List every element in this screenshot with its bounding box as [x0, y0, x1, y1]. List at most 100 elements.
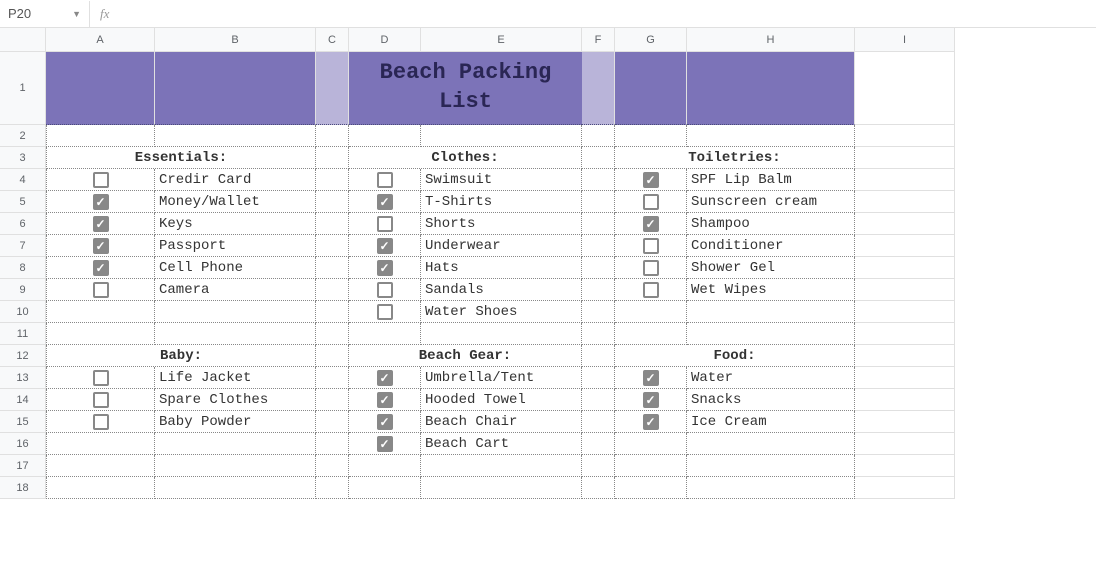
section-heading[interactable]: Toiletries:: [615, 147, 855, 169]
cell-G11[interactable]: [615, 323, 687, 345]
cell-H10[interactable]: [687, 301, 855, 323]
cell-E13[interactable]: Umbrella/Tent: [421, 367, 582, 389]
section-heading[interactable]: Essentials:: [46, 147, 316, 169]
cell-G4[interactable]: [615, 169, 687, 191]
cell-C3[interactable]: [316, 147, 349, 169]
column-header-C[interactable]: C: [316, 28, 349, 52]
cell-D2[interactable]: [349, 125, 421, 147]
cell-E11[interactable]: [421, 323, 582, 345]
checkbox[interactable]: [643, 414, 659, 430]
cell-A18[interactable]: [46, 477, 155, 499]
cell-B16[interactable]: [155, 433, 316, 455]
cell-D10[interactable]: [349, 301, 421, 323]
checkbox[interactable]: [93, 392, 109, 408]
cell-C4[interactable]: [316, 169, 349, 191]
cell-E9[interactable]: Sandals: [421, 279, 582, 301]
cell-B8[interactable]: Cell Phone: [155, 257, 316, 279]
cell-E14[interactable]: Hooded Towel: [421, 389, 582, 411]
checkbox[interactable]: [377, 370, 393, 386]
cell-D11[interactable]: [349, 323, 421, 345]
cell-D17[interactable]: [349, 455, 421, 477]
cell-C12[interactable]: [316, 345, 349, 367]
cell-B18[interactable]: [155, 477, 316, 499]
cell-C6[interactable]: [316, 213, 349, 235]
cell-F12[interactable]: [582, 345, 615, 367]
cell-A14[interactable]: [46, 389, 155, 411]
cell-A2[interactable]: [46, 125, 155, 147]
column-header-D[interactable]: D: [349, 28, 421, 52]
cell-A13[interactable]: [46, 367, 155, 389]
cell-A16[interactable]: [46, 433, 155, 455]
cell-C14[interactable]: [316, 389, 349, 411]
checkbox[interactable]: [377, 216, 393, 232]
cell-B13[interactable]: Life Jacket: [155, 367, 316, 389]
cell-G17[interactable]: [615, 455, 687, 477]
cell-H13[interactable]: Water: [687, 367, 855, 389]
row-header-13[interactable]: 13: [0, 367, 46, 389]
row-header-17[interactable]: 17: [0, 455, 46, 477]
cell-E5[interactable]: T-Shirts: [421, 191, 582, 213]
cell-G2[interactable]: [615, 125, 687, 147]
cell-E6[interactable]: Shorts: [421, 213, 582, 235]
cell-C16[interactable]: [316, 433, 349, 455]
cell-I18[interactable]: [855, 477, 955, 499]
cell-G13[interactable]: [615, 367, 687, 389]
cell-I17[interactable]: [855, 455, 955, 477]
checkbox[interactable]: [377, 172, 393, 188]
cell-I2[interactable]: [855, 125, 955, 147]
cell-A5[interactable]: [46, 191, 155, 213]
row-header-2[interactable]: 2: [0, 125, 46, 147]
column-header-B[interactable]: B: [155, 28, 316, 52]
cell-H6[interactable]: Shampoo: [687, 213, 855, 235]
cell-G6[interactable]: [615, 213, 687, 235]
column-header-I[interactable]: I: [855, 28, 955, 52]
checkbox[interactable]: [643, 172, 659, 188]
cell-D16[interactable]: [349, 433, 421, 455]
cell-A1[interactable]: [46, 52, 155, 125]
cell-I13[interactable]: [855, 367, 955, 389]
cell-B5[interactable]: Money/Wallet: [155, 191, 316, 213]
cell-H8[interactable]: Shower Gel: [687, 257, 855, 279]
spreadsheet-grid[interactable]: ABCDEFGHI1Beach Packing List23Essentials…: [0, 28, 1096, 499]
checkbox[interactable]: [643, 216, 659, 232]
cell-E15[interactable]: Beach Chair: [421, 411, 582, 433]
cell-G7[interactable]: [615, 235, 687, 257]
cell-H17[interactable]: [687, 455, 855, 477]
row-header-5[interactable]: 5: [0, 191, 46, 213]
cell-H15[interactable]: Ice Cream: [687, 411, 855, 433]
cell-I1[interactable]: [855, 52, 955, 125]
cell-H7[interactable]: Conditioner: [687, 235, 855, 257]
row-header-18[interactable]: 18: [0, 477, 46, 499]
cell-C2[interactable]: [316, 125, 349, 147]
cell-B6[interactable]: Keys: [155, 213, 316, 235]
cell-F11[interactable]: [582, 323, 615, 345]
checkbox[interactable]: [93, 282, 109, 298]
cell-G5[interactable]: [615, 191, 687, 213]
checkbox[interactable]: [377, 414, 393, 430]
cell-G14[interactable]: [615, 389, 687, 411]
cell-B15[interactable]: Baby Powder: [155, 411, 316, 433]
checkbox[interactable]: [93, 260, 109, 276]
chevron-down-icon[interactable]: ▼: [72, 9, 81, 19]
row-header-6[interactable]: 6: [0, 213, 46, 235]
cell-F3[interactable]: [582, 147, 615, 169]
checkbox[interactable]: [93, 194, 109, 210]
cell-E2[interactable]: [421, 125, 582, 147]
column-header-A[interactable]: A: [46, 28, 155, 52]
cell-H14[interactable]: Snacks: [687, 389, 855, 411]
cell-H4[interactable]: SPF Lip Balm: [687, 169, 855, 191]
title-cell[interactable]: Beach Packing List: [349, 52, 582, 125]
name-box[interactable]: P20 ▼: [0, 1, 90, 27]
cell-F15[interactable]: [582, 411, 615, 433]
checkbox[interactable]: [377, 282, 393, 298]
cell-F9[interactable]: [582, 279, 615, 301]
checkbox[interactable]: [93, 414, 109, 430]
cell-A15[interactable]: [46, 411, 155, 433]
cell-B2[interactable]: [155, 125, 316, 147]
cell-F5[interactable]: [582, 191, 615, 213]
cell-B14[interactable]: Spare Clothes: [155, 389, 316, 411]
cell-C1[interactable]: [316, 52, 349, 125]
cell-E4[interactable]: Swimsuit: [421, 169, 582, 191]
cell-I8[interactable]: [855, 257, 955, 279]
cell-G8[interactable]: [615, 257, 687, 279]
